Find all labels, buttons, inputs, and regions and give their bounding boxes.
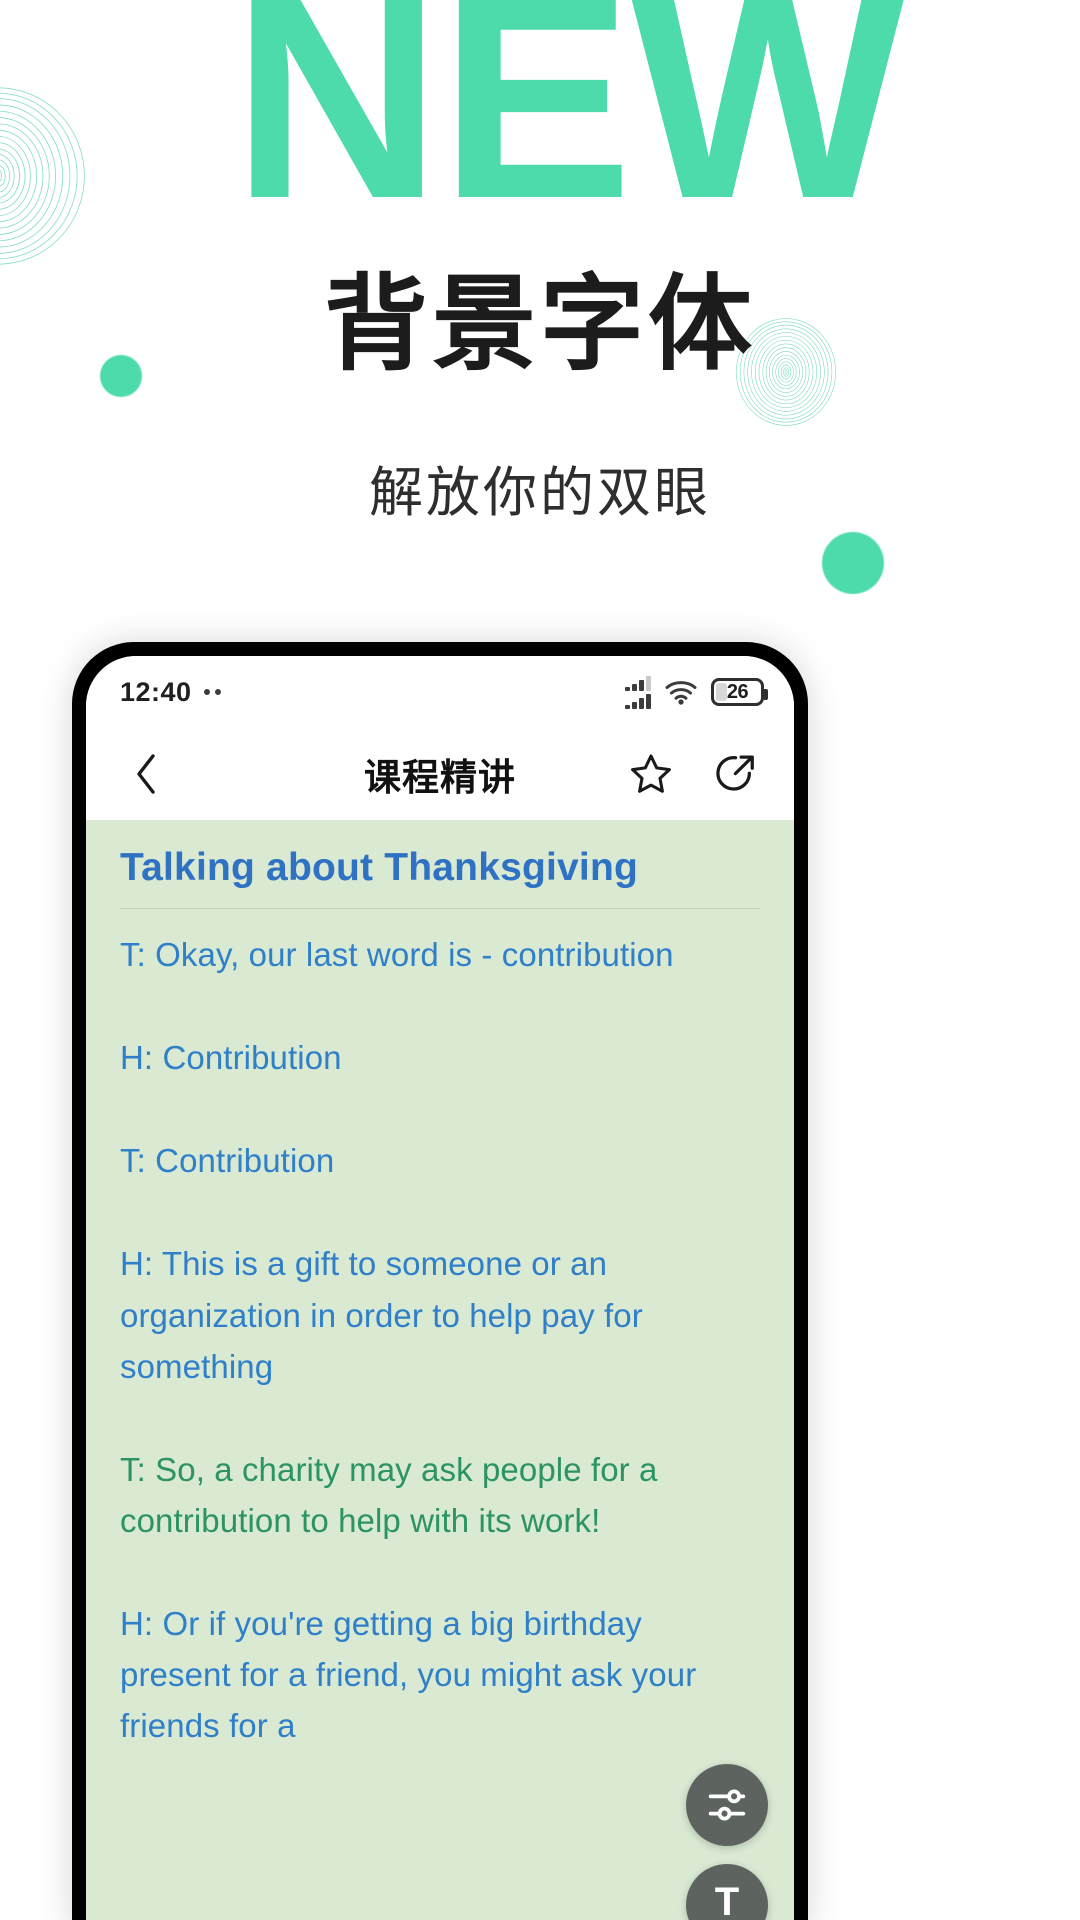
- concentric-rings-decoration-left: [0, 87, 85, 265]
- dialogue-line-highlighted: T: So, a charity may ask people for a co…: [120, 1450, 658, 1539]
- nav-bar: 课程精讲: [86, 728, 794, 820]
- status-bar-time: 12:40: [120, 676, 192, 707]
- settings-sliders-icon: [708, 1789, 746, 1821]
- dialogue-line: H: This is a gift to someone or an organ…: [120, 1245, 643, 1385]
- text-size-label: T: [714, 1880, 740, 1920]
- wifi-icon: [665, 681, 697, 705]
- title-divider: [120, 908, 760, 909]
- share-arrow-icon: [716, 755, 754, 791]
- status-bar-right-icons: 26: [625, 675, 768, 709]
- phone-screen: 12:40 26 课程精讲 Talking about Thanksgiving…: [86, 656, 794, 1920]
- text-size-fab[interactable]: T: [686, 1864, 768, 1920]
- dialogue-line: T: Contribution: [120, 1142, 335, 1180]
- promo-badge-word: NEW: [232, 0, 905, 259]
- favorite-button[interactable]: [626, 749, 676, 799]
- dialogue-line: H: Or if you're getting a big birthday p…: [120, 1605, 697, 1745]
- nav-actions: [626, 749, 760, 799]
- status-bar: 12:40 26: [86, 656, 794, 728]
- lesson-content[interactable]: Talking about Thanksgiving T: Okay, our …: [86, 820, 794, 1920]
- battery-icon: 26: [711, 678, 768, 706]
- promo-background: NEW 背景字体 解放你的双眼 12:40 26 课程精讲 Talking ab…: [0, 0, 1080, 1920]
- green-dot-decoration-right: [822, 532, 884, 594]
- promo-subtitle: 解放你的双眼: [369, 463, 711, 523]
- chevron-left-icon: [137, 754, 155, 794]
- share-button[interactable]: [710, 749, 760, 799]
- phone-mockup: 12:40 26 课程精讲 Talking about Thanksgiving…: [72, 642, 808, 1920]
- dialogue-line: H: Contribution: [120, 1039, 342, 1077]
- battery-level: 26: [726, 680, 749, 703]
- star-icon: [631, 754, 671, 793]
- lesson-title: Talking about Thanksgiving: [120, 846, 639, 889]
- status-bar-dots-icon: [203, 689, 221, 695]
- back-button[interactable]: [120, 748, 172, 800]
- promo-title: 背景字体: [323, 267, 756, 383]
- signal-bars-icon: [625, 675, 651, 709]
- dialogue-line: T: Okay, our last word is - contribution: [120, 936, 674, 973]
- settings-fab[interactable]: [686, 1764, 768, 1846]
